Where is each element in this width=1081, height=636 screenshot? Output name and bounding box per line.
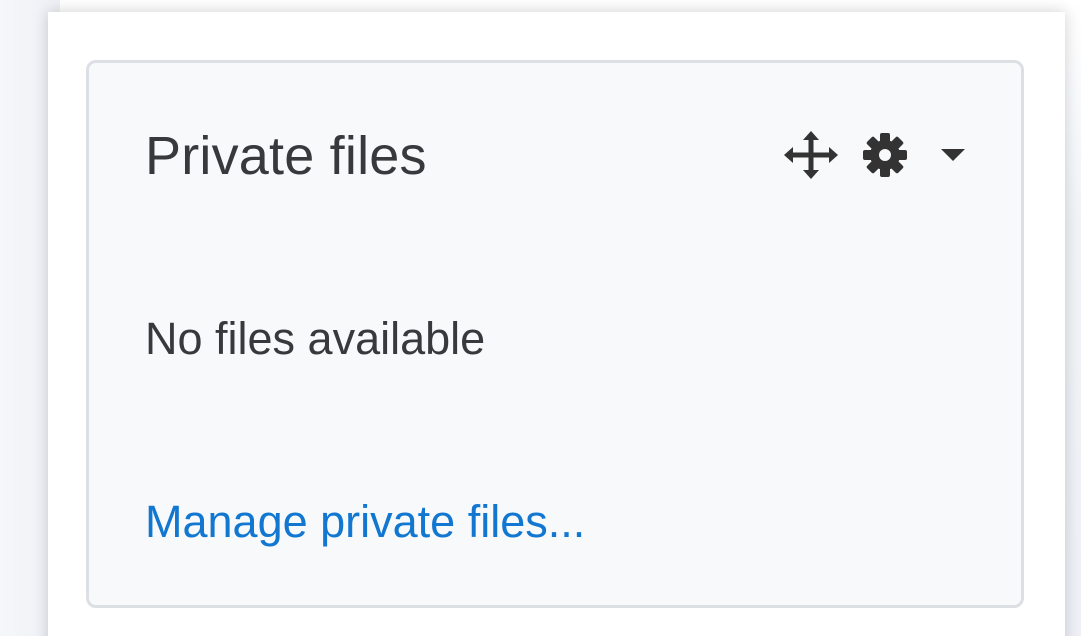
no-files-message: No files available: [145, 313, 486, 364]
private-files-block: Private files No files available Manage …: [86, 60, 1024, 608]
block-title: Private files: [145, 126, 427, 186]
manage-private-files-link[interactable]: Manage private files...: [145, 496, 585, 548]
region-panel: Private files No files available Manage …: [48, 12, 1065, 636]
block-controls: [783, 131, 967, 179]
gear-icon[interactable]: [861, 131, 909, 179]
move-icon[interactable]: [783, 131, 839, 179]
caret-down-icon[interactable]: [939, 131, 967, 179]
